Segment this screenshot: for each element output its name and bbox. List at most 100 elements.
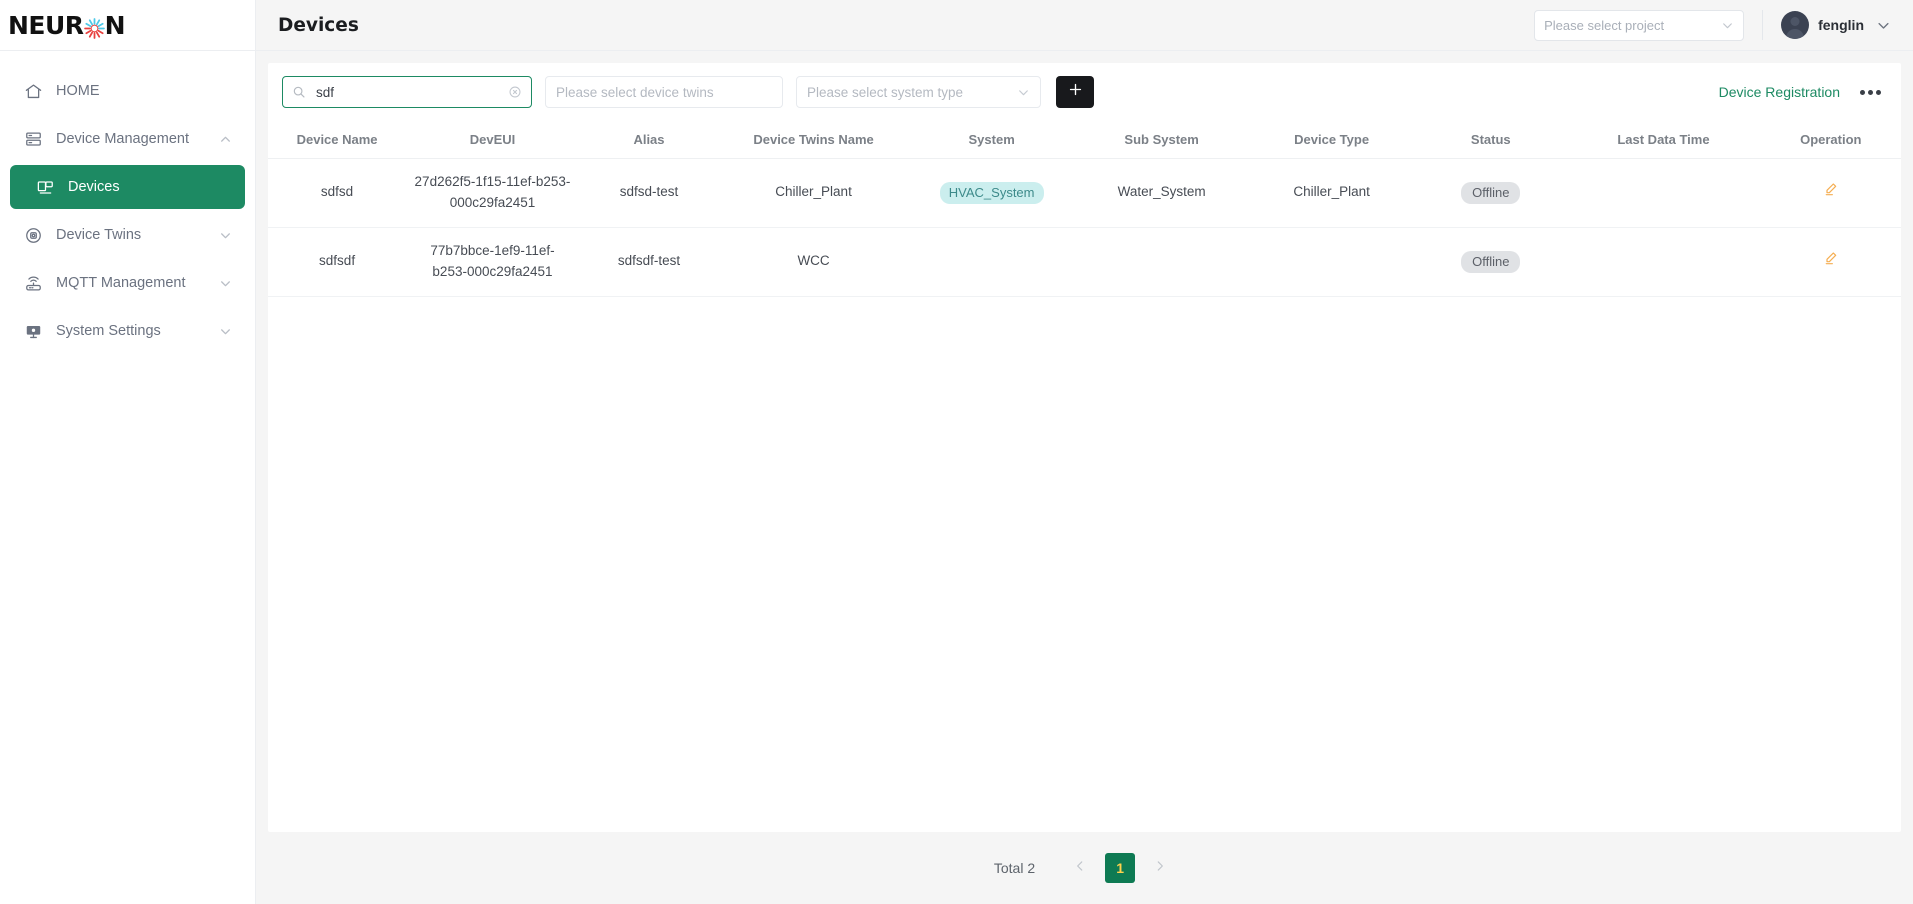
panel-wrap: Please select device twins Please select… [256, 51, 1913, 904]
device-twins-select[interactable]: Please select device twins [545, 76, 783, 108]
router-wifi-icon [22, 272, 44, 294]
logo-text: NEUR N [8, 10, 126, 40]
edit-pencil-icon[interactable] [1823, 181, 1839, 197]
chevron-up-icon [217, 131, 233, 147]
filters-toolbar: Please select device twins Please select… [268, 63, 1901, 121]
table-row[interactable]: sdfsd 27d262f5-1f15-11ef-b253-000c29fa24… [268, 158, 1901, 228]
project-select[interactable]: Please select project [1534, 9, 1745, 41]
sidebar-item-device-twins[interactable]: Device Twins [10, 213, 245, 257]
table-header: Device Name DevEUI Alias Device Twins Na… [268, 121, 1901, 159]
column-header-device-twins-name[interactable]: Device Twins Name [719, 121, 908, 159]
chevron-down-icon [217, 227, 233, 243]
device-registration-link[interactable]: Device Registration [1719, 84, 1840, 100]
home-icon [22, 80, 44, 102]
add-device-button[interactable] [1056, 76, 1094, 108]
status-badge: Offline [1461, 181, 1521, 204]
filters-right: Device Registration [1719, 84, 1887, 100]
system-tag: HVAC_System [939, 181, 1044, 204]
target-circle-icon [22, 224, 44, 246]
column-header-system[interactable]: System [908, 121, 1076, 159]
table-body: sdfsd 27d262f5-1f15-11ef-b253-000c29fa24… [268, 158, 1901, 297]
cell-status: Offline [1415, 158, 1567, 228]
column-header-operation[interactable]: Operation [1760, 121, 1901, 159]
user-name: fenglin [1818, 17, 1864, 33]
devices-table: Device Name DevEUI Alias Device Twins Na… [268, 121, 1901, 297]
dot [1868, 89, 1873, 95]
sidebar-item-home[interactable]: HOME [10, 69, 245, 113]
user-menu[interactable]: fenglin [1781, 11, 1891, 39]
status-badge: Offline [1461, 250, 1521, 273]
chevron-down-icon [1876, 18, 1891, 33]
topbar: Devices Please select project fenglin [256, 0, 1913, 51]
logo-text-right: N [104, 10, 126, 40]
column-header-deveui[interactable]: DevEUI [406, 121, 579, 159]
dot [1860, 89, 1865, 95]
cell-operation [1760, 227, 1901, 297]
sidebar-item-devices[interactable]: Devices [10, 165, 245, 209]
chevron-down-icon [1721, 19, 1734, 32]
more-horizontal-icon[interactable] [1860, 89, 1881, 95]
system-type-select[interactable]: Please select system type [796, 76, 1041, 108]
sidebar-item-label: System Settings [56, 323, 161, 339]
monitor-gear-icon [22, 320, 44, 342]
cell-device-name: sdfsdf [268, 227, 407, 297]
sidebar-item-label: MQTT Management [56, 275, 186, 291]
sidebar-item-system-settings[interactable]: System Settings [10, 309, 245, 353]
cell-last-data-time [1566, 158, 1761, 228]
cell-device-twins-name: WCC [719, 227, 908, 297]
sidebar-item-mqtt-management[interactable]: MQTT Management [10, 261, 245, 305]
sidebar: NEUR N HOME Device Management Devices De… [0, 0, 256, 904]
column-header-sub-system[interactable]: Sub System [1075, 121, 1248, 159]
pagination: Total 2 1 [268, 832, 1901, 904]
sidebar-item-label: Devices [68, 179, 120, 195]
cell-device-twins-name: Chiller_Plant [719, 158, 908, 228]
dot [1876, 89, 1881, 95]
cell-system [908, 227, 1076, 297]
column-header-status[interactable]: Status [1415, 121, 1567, 159]
column-header-device-name[interactable]: Device Name [268, 121, 407, 159]
chevron-right-icon [1153, 859, 1167, 878]
table-row[interactable]: sdfsdf 77b7bbce-1ef9-11ef-b253-000c29fa2… [268, 227, 1901, 297]
logo-text-left: NEUR [8, 10, 84, 40]
cell-operation [1760, 158, 1901, 228]
content-area: Devices Please select project fenglin sd… [256, 0, 1913, 904]
chevron-left-icon [1073, 859, 1087, 878]
device-twins-select-placeholder: Please select device twins [556, 84, 714, 100]
avatar [1781, 11, 1810, 39]
pagination-next-button[interactable] [1145, 853, 1175, 883]
cell-status: Offline [1415, 227, 1567, 297]
search-input[interactable] [314, 83, 508, 101]
cell-sub-system [1075, 227, 1248, 297]
sidebar-nav: HOME Device Management Devices Device Tw… [0, 51, 255, 357]
table-header-row: Device Name DevEUI Alias Device Twins Na… [268, 121, 1901, 159]
pagination-total: Total 2 [993, 860, 1036, 876]
clear-circle-icon[interactable] [508, 85, 522, 99]
search-box[interactable] [282, 76, 532, 108]
devices-table-scroll[interactable]: Device Name DevEUI Alias Device Twins Na… [268, 121, 1901, 832]
cell-system: HVAC_System [908, 158, 1076, 228]
server-rack-icon [22, 128, 44, 150]
pagination-page-1[interactable]: 1 [1105, 853, 1136, 883]
page-title: Devices [278, 14, 359, 36]
edit-pencil-icon[interactable] [1823, 250, 1839, 266]
cell-device-name: sdfsd [268, 158, 407, 228]
topbar-divider [1762, 10, 1764, 40]
devices-panel: Please select device twins Please select… [268, 63, 1901, 832]
chevron-down-icon [1017, 86, 1030, 99]
sidebar-item-label: HOME [56, 83, 100, 99]
pagination-prev-button[interactable] [1065, 853, 1095, 883]
cell-device-type [1247, 227, 1416, 297]
sidebar-item-device-management[interactable]: Device Management [10, 117, 245, 161]
cell-device-type: Chiller_Plant [1247, 158, 1416, 228]
system-type-select-placeholder: Please select system type [807, 84, 964, 100]
column-header-alias[interactable]: Alias [578, 121, 720, 159]
sidebar-item-label: Device Management [56, 131, 189, 147]
column-header-device-type[interactable]: Device Type [1247, 121, 1416, 159]
project-select-placeholder: Please select project [1544, 17, 1665, 33]
column-header-last-data-time[interactable]: Last Data Time [1566, 121, 1761, 159]
app-root: NEUR N HOME Device Management Devices De… [0, 0, 1913, 904]
cell-alias: sdfsdf-test [578, 227, 720, 297]
chevron-down-icon [217, 323, 233, 339]
logo[interactable]: NEUR N [0, 0, 255, 51]
chevron-down-icon [217, 275, 233, 291]
